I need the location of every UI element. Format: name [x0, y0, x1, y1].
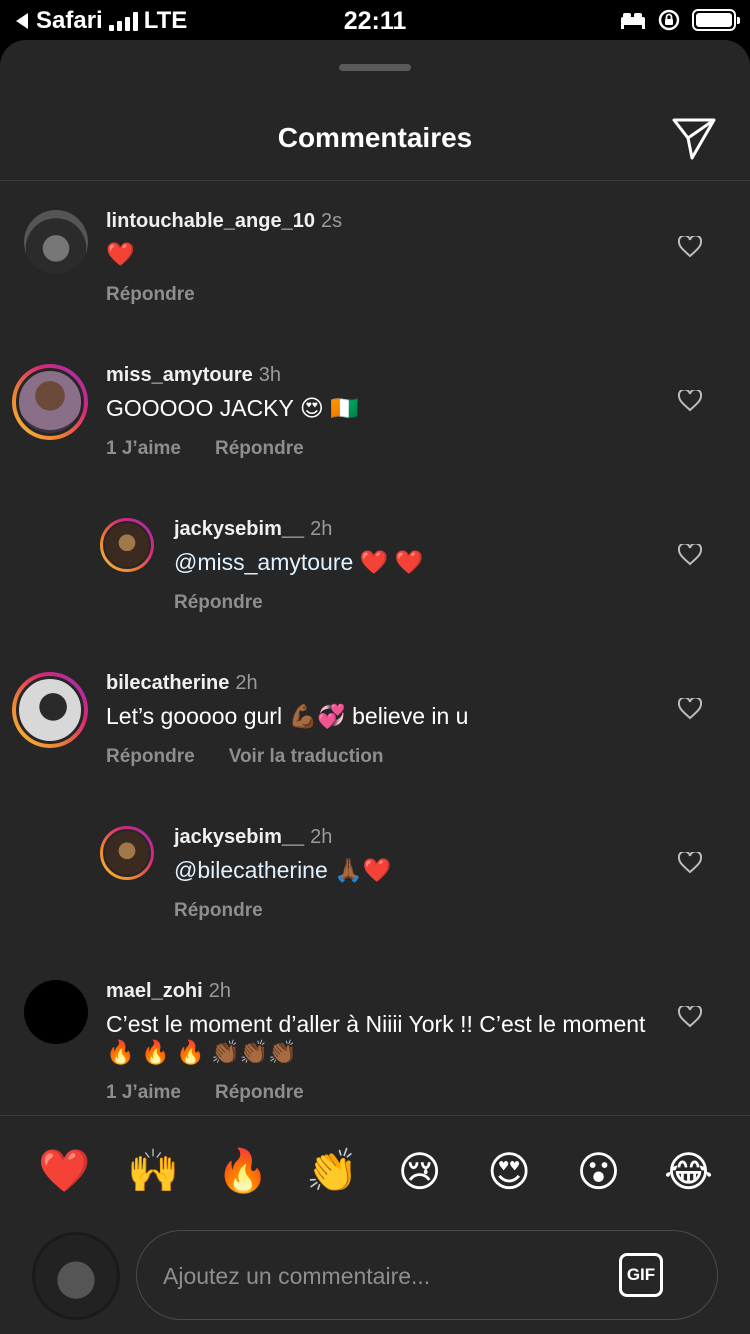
comment-actions: Répondre Voir la traduction: [106, 746, 384, 768]
comment-item: lintouchable_ange_10 2s ❤️ Répondre: [0, 190, 750, 340]
comment-item: bilecatherine 2h Let’s gooooo gurl 💪🏾💞 be…: [0, 652, 750, 802]
avatar[interactable]: [100, 518, 154, 572]
comment-time: 2h: [208, 980, 231, 1002]
heart-icon[interactable]: [678, 544, 702, 566]
comment-username[interactable]: miss_amytoure 3h: [106, 364, 281, 387]
sheet-header: Commentaires: [0, 100, 750, 180]
comment-actions: 1 J’aime Répondre: [106, 1082, 304, 1104]
emoji-clap[interactable]: 👏: [306, 1147, 358, 1196]
reply-button[interactable]: Répondre: [106, 284, 195, 306]
translate-button[interactable]: Voir la traduction: [229, 746, 384, 768]
comment-actions: 1 J’aime Répondre: [106, 438, 304, 460]
comment-text: @bilecatherine 🙏🏾❤️: [174, 857, 392, 883]
avatar[interactable]: [24, 210, 88, 274]
reply-item: jackysebim__ 2h @miss_amytoure ❤️ ❤️ Répo…: [0, 498, 750, 648]
comment-input[interactable]: [163, 1259, 603, 1293]
emoji-crying[interactable]: 😢: [396, 1147, 444, 1196]
heart-icon[interactable]: [678, 852, 702, 874]
page-title: Commentaires: [277, 122, 473, 153]
comment-time: 2s: [320, 210, 343, 232]
emoji-raised-hands[interactable]: 🙌: [127, 1147, 179, 1196]
reply-button[interactable]: Répondre: [174, 900, 263, 922]
bed-icon: [621, 13, 645, 29]
send-icon[interactable]: [670, 114, 718, 162]
comment-item: miss_amytoure 3h GOOOOO JACKY 😍 🇨🇮 1 J’ai…: [0, 344, 750, 494]
emoji-laughing[interactable]: 😂: [664, 1147, 713, 1196]
avatar[interactable]: [12, 672, 88, 748]
emoji-heart-eyes[interactable]: 😍: [485, 1147, 533, 1196]
header-divider: [0, 180, 750, 181]
comment-text: Let’s gooooo gurl 💪🏾💞 believe in u: [106, 703, 469, 729]
reply-button[interactable]: Répondre: [174, 592, 263, 614]
comment-actions: Répondre: [174, 900, 263, 922]
heart-icon[interactable]: [678, 698, 702, 720]
own-avatar: [32, 1232, 120, 1320]
reply-button[interactable]: Répondre: [215, 1082, 304, 1104]
comment-item: mael_zohi 2h C’est le moment d’aller à Ni…: [0, 960, 750, 1110]
rotation-lock-icon: [658, 9, 680, 31]
status-right: [620, 9, 740, 31]
battery-icon: [692, 9, 740, 31]
comment-composer: GIF: [0, 1228, 750, 1328]
reply-item: jackysebim__ 2h @bilecatherine 🙏🏾❤️ Répon…: [0, 806, 750, 956]
comment-username[interactable]: bilecatherine 2h: [106, 672, 258, 695]
comment-input-box[interactable]: GIF: [136, 1230, 718, 1320]
heart-icon[interactable]: [678, 236, 702, 258]
comment-time: 2h: [310, 518, 333, 540]
comment-time: 3h: [258, 364, 281, 386]
heart-icon[interactable]: [678, 1006, 702, 1028]
heart-icon[interactable]: [678, 390, 702, 412]
emoji-surprised[interactable]: 😮: [575, 1147, 623, 1196]
emoji-heart[interactable]: ❤️: [38, 1147, 90, 1196]
sheet-grabber[interactable]: [339, 64, 411, 71]
comment-username[interactable]: mael_zohi 2h: [106, 980, 231, 1003]
comment-text: GOOOOO JACKY 😍 🇨🇮: [106, 395, 359, 421]
comment-username[interactable]: jackysebim__ 2h: [174, 826, 332, 849]
status-bar: Safari LTE 22:11: [0, 0, 750, 40]
emoji-fire[interactable]: 🔥: [217, 1147, 269, 1196]
likes-count[interactable]: 1 J’aime: [106, 1082, 181, 1104]
likes-count[interactable]: 1 J’aime: [106, 438, 181, 460]
gif-button[interactable]: GIF: [619, 1253, 663, 1297]
comment-text: C’est le moment d’aller à Niiii York !! …: [106, 1011, 646, 1065]
reply-button[interactable]: Répondre: [106, 746, 195, 768]
comment-actions: Répondre: [174, 592, 263, 614]
quick-emoji-bar: ❤️ 🙌 🔥 👏 😢 😍 😮 😂: [0, 1115, 750, 1227]
comment-time: 2h: [310, 826, 333, 848]
comment-text: @miss_amytoure ❤️ ❤️: [174, 549, 424, 575]
avatar[interactable]: [100, 826, 154, 880]
comments-sheet: Commentaires lintouchable_ange_10 2s ❤️ R…: [0, 40, 750, 1334]
comment-username[interactable]: lintouchable_ange_10 2s: [106, 210, 342, 233]
comment-actions: Répondre: [106, 284, 195, 306]
avatar[interactable]: [12, 364, 88, 440]
avatar[interactable]: [24, 980, 88, 1044]
comment-text: ❤️: [106, 241, 135, 267]
reply-button[interactable]: Répondre: [215, 438, 304, 460]
comment-time: 2h: [235, 672, 258, 694]
comment-username[interactable]: jackysebim__ 2h: [174, 518, 332, 541]
